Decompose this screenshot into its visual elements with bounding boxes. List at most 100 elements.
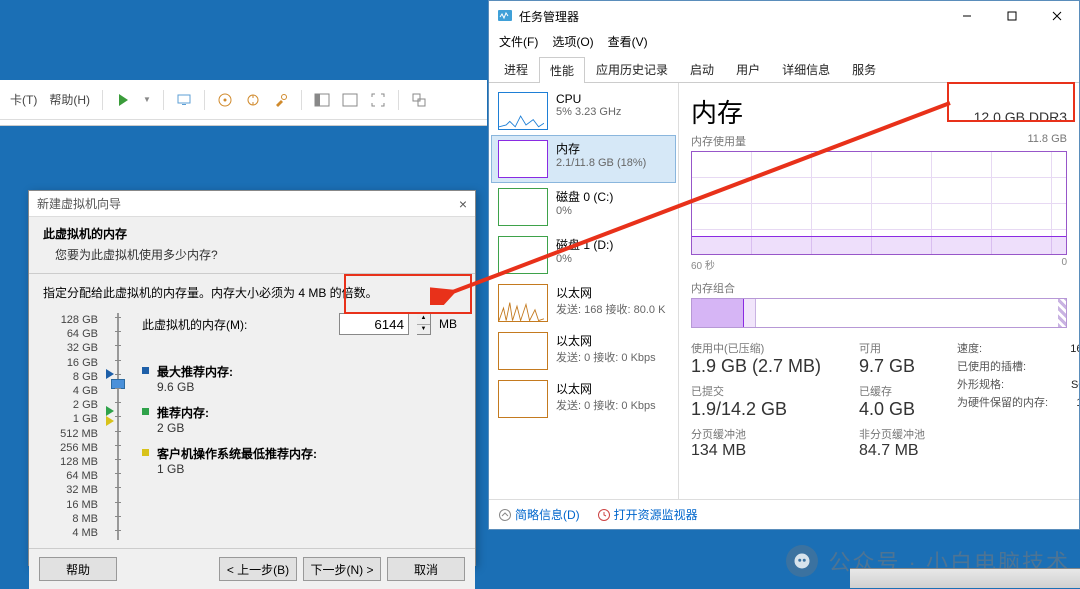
play-icon[interactable] xyxy=(115,92,131,108)
thumb-icon xyxy=(498,332,548,370)
host-toolbar: 卡(T) 帮助(H) ▼ xyxy=(0,80,487,120)
rec-label: 推荐内存: xyxy=(157,406,209,420)
perf-title: 内存 xyxy=(691,93,743,130)
next-button[interactable]: 下一步(N) > xyxy=(303,557,381,581)
minimize-button[interactable] xyxy=(944,2,989,30)
rec-value: 2 GB xyxy=(157,421,209,435)
thumb-icon xyxy=(498,236,548,274)
marker-max-icon xyxy=(106,369,114,379)
usage-label: 内存使用量 xyxy=(691,133,746,149)
menu-help[interactable]: 帮助(H) xyxy=(49,91,90,108)
sidebar-item-title: 以太网 xyxy=(556,332,656,349)
memory-slider[interactable] xyxy=(108,313,128,540)
menu-card[interactable]: 卡(T) xyxy=(10,91,37,108)
disk-icon[interactable] xyxy=(217,92,233,108)
memory-scale-label: 8 MB xyxy=(43,512,98,526)
cancel-button[interactable]: 取消 xyxy=(387,557,465,581)
memory-scale-label: 32 GB xyxy=(43,341,98,355)
memory-scale-label: 16 MB xyxy=(43,498,98,512)
rec-max-value: 9.6 GB xyxy=(157,380,233,394)
sidebar-item-disk[interactable]: 磁盘 0 (C:)0% xyxy=(491,183,676,231)
menu-view[interactable]: 查看(V) xyxy=(608,33,648,50)
sidebar-item-title: 内存 xyxy=(556,140,646,157)
square-yellow-icon xyxy=(142,449,149,456)
memory-scale-label: 4 GB xyxy=(43,384,98,398)
sidebar-item-cpu[interactable]: CPU5% 3.23 GHz xyxy=(491,87,676,135)
memory-meta: 速度:1600 ... 已使用的插槽:2/2 外形规格:SODI... 为硬件保… xyxy=(957,340,1079,466)
sidebar-item-title: 以太网 xyxy=(556,380,656,397)
memory-scale-label: 256 MB xyxy=(43,441,98,455)
sidebar-item-title: 磁盘 0 (C:) xyxy=(556,188,613,205)
layout-split-icon[interactable] xyxy=(314,92,330,108)
memory-scale-label: 64 MB xyxy=(43,469,98,483)
used-label: 使用中(已压缩) xyxy=(691,340,851,356)
close-icon[interactable]: × xyxy=(459,196,467,212)
screen-icon[interactable] xyxy=(176,92,192,108)
used-value: 1.9 GB (2.7 MB) xyxy=(691,356,851,377)
tm-title: 任务管理器 xyxy=(519,8,579,25)
sidebar-item-net[interactable]: 以太网发送: 0 接收: 0 Kbps xyxy=(491,375,676,423)
sidebar-item-sub: 0% xyxy=(556,205,613,217)
fewer-details-link[interactable]: 简略信息(D) xyxy=(499,506,580,523)
memory-chart xyxy=(691,151,1067,255)
sidebar-item-sub: 发送: 168 接收: 80.0 K xyxy=(556,301,665,317)
maximize-button[interactable] xyxy=(989,2,1034,30)
back-button[interactable]: < 上一步(B) xyxy=(219,557,297,581)
memory-scale-label: 128 GB xyxy=(43,313,98,327)
tab-详细信息[interactable]: 详细信息 xyxy=(771,56,841,82)
sidebar-item-sub: 发送: 0 接收: 0 Kbps xyxy=(556,349,656,365)
marker-min-icon xyxy=(106,416,114,426)
sidebar-item-sub: 0% xyxy=(556,253,613,265)
memory-spinner[interactable]: ▲▼ xyxy=(417,313,431,335)
memory-scale-label: 1 GB xyxy=(43,412,98,426)
avail-label: 可用 xyxy=(859,340,949,356)
sidebar-item-disk[interactable]: 磁盘 1 (D:)0% xyxy=(491,231,676,279)
memory-scale-label: 128 MB xyxy=(43,455,98,469)
tab-应用历史记录[interactable]: 应用历史记录 xyxy=(585,56,679,82)
sidebar-item-title: 以太网 xyxy=(556,284,665,301)
unity-icon[interactable] xyxy=(411,92,427,108)
avail-value: 9.7 GB xyxy=(859,356,949,377)
commit-value: 1.9/14.2 GB xyxy=(691,399,851,420)
tab-用户[interactable]: 用户 xyxy=(725,56,771,82)
tab-启动[interactable]: 启动 xyxy=(679,56,725,82)
sidebar-item-net[interactable]: 以太网发送: 168 接收: 80.0 K xyxy=(491,279,676,327)
layout-single-icon[interactable] xyxy=(342,92,358,108)
nonpaged-label: 非分页缓冲池 xyxy=(859,426,949,442)
memory-scale-label: 2 GB xyxy=(43,398,98,412)
resource-monitor-link[interactable]: 打开资源监视器 xyxy=(598,506,698,523)
thumb-icon xyxy=(498,92,548,130)
tab-性能[interactable]: 性能 xyxy=(539,57,585,83)
wrench-icon[interactable] xyxy=(273,92,289,108)
tm-sidebar: CPU5% 3.23 GHz内存2.1/11.8 GB (18%)磁盘 0 (C… xyxy=(489,83,679,499)
taskbar-fragment xyxy=(850,568,1080,588)
tab-进程[interactable]: 进程 xyxy=(493,56,539,82)
tm-tabs: 进程性能应用历史记录启动用户详细信息服务 xyxy=(489,56,1079,83)
monitor-icon xyxy=(598,509,610,521)
sidebar-item-title: CPU xyxy=(556,92,621,106)
thumb-icon xyxy=(498,380,548,418)
tab-服务[interactable]: 服务 xyxy=(841,56,887,82)
memory-scale: 128 GB64 GB32 GB16 GB8 GB4 GB2 GB1 GB512… xyxy=(43,313,98,540)
memory-scale-label: 512 MB xyxy=(43,427,98,441)
thumb-icon xyxy=(498,140,548,178)
help-button[interactable]: 帮助 xyxy=(39,557,117,581)
square-blue-icon xyxy=(142,367,149,374)
cached-label: 已缓存 xyxy=(859,383,949,399)
sidebar-item-net[interactable]: 以太网发送: 0 接收: 0 Kbps xyxy=(491,327,676,375)
annotation-box-total-memory xyxy=(947,82,1075,122)
fullscreen-icon[interactable] xyxy=(370,92,386,108)
snapshot-icon[interactable] xyxy=(245,92,261,108)
marker-rec-icon xyxy=(106,406,114,416)
memory-input[interactable] xyxy=(339,313,409,335)
nonpaged-value: 84.7 MB xyxy=(859,442,949,460)
menu-options[interactable]: 选项(O) xyxy=(552,33,593,50)
wizard-title: 新建虚拟机向导 xyxy=(37,195,121,212)
menu-file[interactable]: 文件(F) xyxy=(499,33,538,50)
sidebar-item-mem[interactable]: 内存2.1/11.8 GB (18%) xyxy=(491,135,676,183)
memory-scale-label: 8 GB xyxy=(43,370,98,384)
chevron-up-icon xyxy=(499,509,511,521)
close-button[interactable] xyxy=(1034,2,1079,30)
rec-min-label: 客户机操作系统最低推荐内存: xyxy=(157,447,317,461)
commit-label: 已提交 xyxy=(691,383,851,399)
